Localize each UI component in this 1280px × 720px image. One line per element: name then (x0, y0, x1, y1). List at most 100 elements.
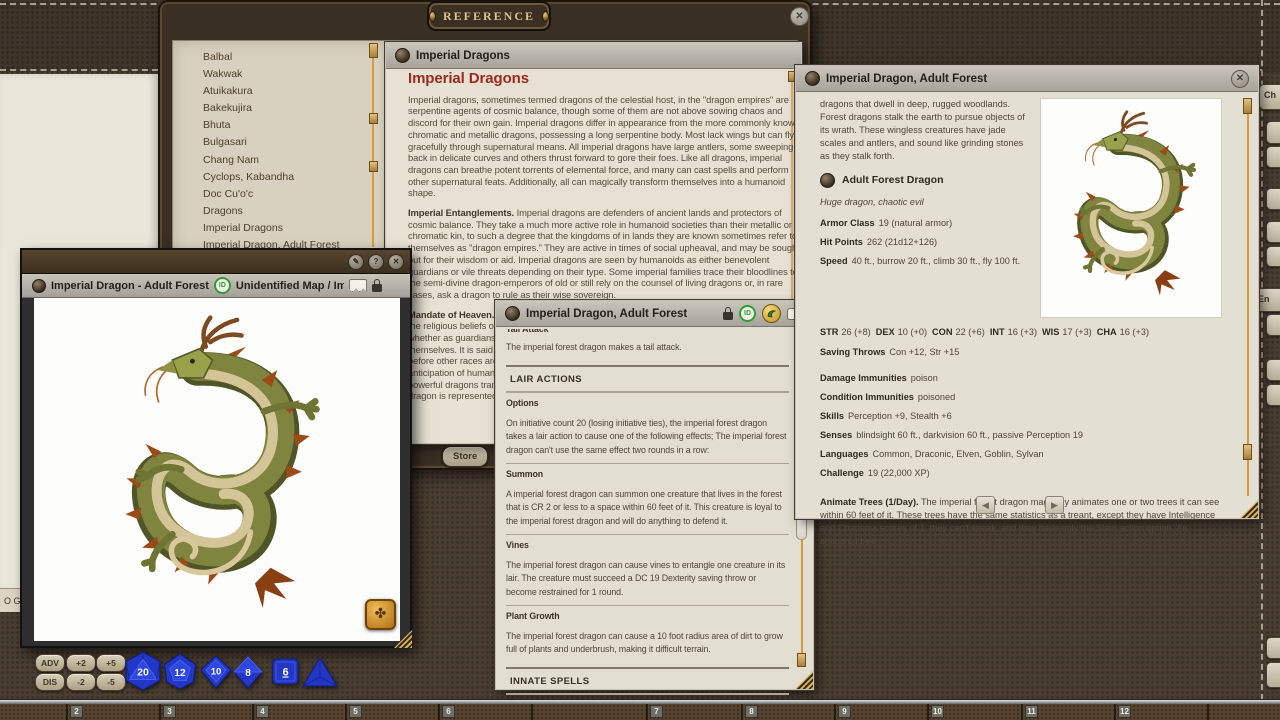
scrollbar-anchor-icon[interactable] (1243, 98, 1252, 114)
sidebar-tab[interactable] (1266, 121, 1280, 144)
statblock-section: Plant Growth (506, 605, 789, 627)
hotbar[interactable]: 23456789101112 (0, 704, 1280, 720)
npc-trait: Animate Trees (1/Day). The imperial fore… (820, 496, 1222, 561)
reference-list-item[interactable]: Balbal (203, 49, 340, 66)
hotbar-slot-number: 4 (256, 705, 269, 718)
detail-window[interactable]: Imperial Dragon, Adult Forest ✕ dragons … (795, 65, 1259, 519)
die-d8[interactable]: 8 (232, 656, 264, 689)
image-window[interactable]: ✎ ? ✕ Imperial Dragon - Adult Forest ID … (20, 248, 412, 648)
statblock-window[interactable]: Imperial Dragon, Adult Forest ID Tail At… (495, 300, 814, 690)
mask-icon[interactable] (349, 279, 367, 292)
page-next-button[interactable]: ▶ (1045, 496, 1064, 514)
identified-badge[interactable]: ID (214, 277, 231, 294)
image-window-subtitle: Unidentified Map / Im (236, 280, 344, 292)
scrollbar-marker[interactable] (369, 113, 378, 124)
detail-close-button[interactable]: ✕ (1231, 70, 1249, 88)
rivet-icon (429, 11, 436, 22)
reference-close-button[interactable]: ✕ (790, 7, 809, 26)
ability-score: CON22 (+6) (932, 327, 985, 337)
sidebar-tab[interactable] (1266, 221, 1280, 243)
reference-list-item[interactable]: Atuikakura (203, 83, 340, 100)
modifier-button[interactable]: +5 (96, 654, 126, 672)
lore-paragraph-lead: Imperial Entanglements. (408, 207, 514, 218)
reference-list-item[interactable]: Bakekujira (203, 100, 340, 117)
npc-stats-lower: Damage ImmunitiespoisonCondition Immunit… (820, 372, 1222, 480)
svg-text:8: 8 (245, 668, 251, 679)
detail-titlebar[interactable]: Imperial Dragon, Adult Forest ✕ (796, 66, 1258, 92)
reference-list-item[interactable]: Doc Cu'o'c (203, 186, 340, 203)
hotbar-divider (531, 704, 533, 720)
sidebar-tab[interactable] (1266, 246, 1280, 267)
hotbar-divider (66, 704, 68, 720)
resize-grip[interactable] (1240, 500, 1258, 518)
hotbar-slot-number: 2 (70, 705, 83, 718)
reference-list-item[interactable]: Chang Nam (203, 152, 340, 169)
statblock-titlebar[interactable]: Imperial Dragon, Adult Forest ID (496, 301, 813, 327)
die-d4[interactable] (302, 657, 338, 688)
hotbar-slot-number: 10 (931, 705, 944, 718)
lore-paragraph-text: Imperial dragons are defenders of ancien… (408, 207, 800, 300)
image-canvas[interactable] (34, 298, 400, 641)
image-window-titlebar[interactable]: Imperial Dragon - Adult Forest ID Uniden… (22, 274, 410, 298)
identified-badge[interactable]: ID (739, 305, 756, 322)
image-help-button[interactable]: ? (368, 254, 384, 270)
reference-window-tab[interactable]: REFERENCE (427, 1, 551, 31)
modifier-button[interactable]: +2 (66, 654, 96, 672)
lock-icon[interactable] (723, 307, 733, 320)
rivet-icon (542, 11, 549, 22)
reference-list-item[interactable]: Bulgasari (203, 134, 340, 151)
die-d12[interactable]: 12 (162, 653, 198, 690)
sidebar-tab[interactable] (1266, 188, 1280, 210)
scrollbar-anchor-icon[interactable] (797, 653, 806, 667)
modifier-button[interactable]: ADV (35, 654, 65, 672)
npc-link-icon[interactable] (820, 173, 835, 188)
modifier-button[interactable]: -2 (66, 673, 96, 691)
image-close-button[interactable]: ✕ (388, 254, 404, 270)
page-prev-button[interactable]: ◀ (976, 496, 995, 514)
sidebar-tab[interactable]: Ch (1259, 84, 1280, 110)
reference-list-item[interactable]: Bhuta (203, 117, 340, 134)
hotbar-slot-number: 6 (442, 705, 455, 718)
scrollbar-anchor-icon[interactable] (369, 43, 378, 58)
zoom-reset-button[interactable]: ✤ (365, 599, 396, 630)
window-handle-icon[interactable] (395, 48, 410, 63)
image-edit-button[interactable]: ✎ (348, 254, 364, 270)
sidebar-tab[interactable] (1266, 314, 1280, 336)
dragon-token-icon[interactable] (762, 304, 781, 323)
die-d10[interactable]: 10 (199, 655, 233, 689)
stitch-seam (0, 69, 158, 71)
resize-grip[interactable] (795, 671, 813, 689)
window-handle-icon[interactable] (32, 279, 46, 293)
reference-scrollbar[interactable] (372, 47, 374, 247)
reference-list-item[interactable]: Dragons (203, 203, 340, 220)
statblock-section: LAIR ACTIONS (506, 365, 789, 393)
sidebar-tab[interactable] (1266, 637, 1280, 659)
ability-score: INT16 (+3) (990, 327, 1037, 337)
lock-icon[interactable] (372, 279, 382, 292)
hotbar-divider (345, 704, 347, 720)
scrollbar-marker[interactable] (369, 161, 378, 172)
die-d6[interactable]: 6 (272, 658, 299, 685)
npc-stats-mid: Saving ThrowsCon +12, Str +15 (820, 346, 1222, 359)
scrollbar-anchor-icon[interactable] (1243, 444, 1252, 460)
modifier-button[interactable]: -5 (96, 673, 126, 691)
detail-scrollbar[interactable] (1247, 104, 1249, 496)
sidebar-tab[interactable] (1266, 662, 1280, 688)
window-handle-icon[interactable] (505, 306, 520, 321)
statblock-section: Tail Attack (506, 329, 789, 338)
lore-window-titlebar[interactable]: Imperial Dragons (386, 43, 801, 69)
detail-dragon-image[interactable] (1040, 98, 1222, 318)
stat-line: LanguagesCommon, Draconic, Elven, Goblin… (820, 448, 1222, 461)
window-handle-icon[interactable] (805, 71, 820, 86)
modifier-button[interactable]: DIS (35, 673, 65, 691)
hotbar-divider (834, 704, 836, 720)
reference-list-item[interactable]: Wakwak (203, 66, 340, 83)
die-d20[interactable]: 20 (124, 651, 162, 691)
reference-list-item[interactable]: Imperial Dragons (203, 220, 340, 237)
sidebar-tab[interactable] (1266, 384, 1280, 406)
sidebar-tab[interactable] (1266, 359, 1280, 381)
store-button[interactable]: Store (442, 446, 488, 467)
hotbar-divider (741, 704, 743, 720)
reference-list-item[interactable]: Cyclops, Kabandha (203, 169, 340, 186)
sidebar-tab[interactable] (1266, 146, 1280, 168)
